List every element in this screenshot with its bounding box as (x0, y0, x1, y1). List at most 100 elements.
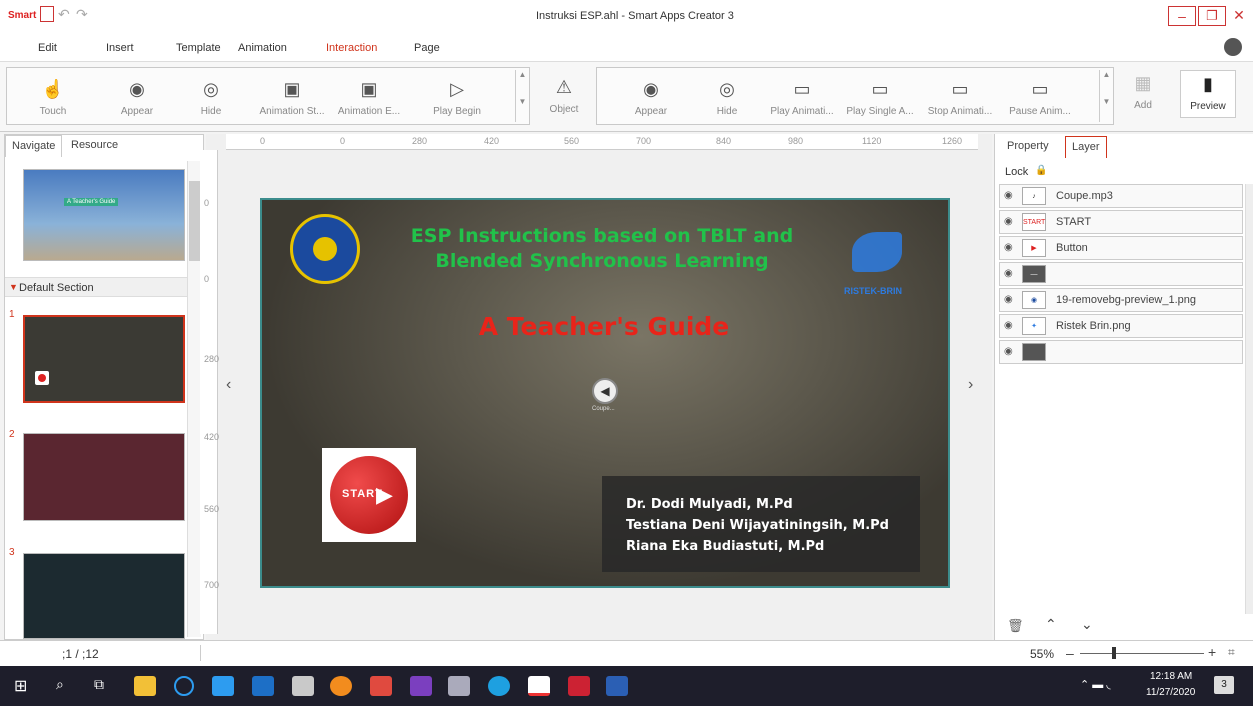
section-header[interactable]: ▼ Default Section (5, 277, 187, 297)
layer-row[interactable]: ◉ ◉ 19-removebg-preview_1.png (999, 288, 1243, 312)
slide-thumbnail-2[interactable] (23, 433, 185, 521)
zoom-slider-thumb[interactable] (1112, 647, 1116, 659)
settings-icon[interactable] (1224, 38, 1242, 56)
move-down-icon[interactable]: ⌄ (1081, 616, 1093, 633)
layer-row[interactable]: ◉ ▶ Button (999, 236, 1243, 260)
hide-button[interactable]: ◎ Hide (181, 76, 241, 124)
eye-icon[interactable]: ◉ (1004, 320, 1013, 331)
eye-icon[interactable]: ◉ (1004, 190, 1013, 201)
add-button[interactable]: ▦ Add (1120, 70, 1166, 118)
undo-icon[interactable]: ↶ (58, 6, 70, 23)
mail-icon[interactable] (252, 676, 274, 696)
search-icon[interactable]: ⌕ (56, 676, 64, 693)
clock-date[interactable]: 11/27/2020 (1146, 687, 1195, 698)
eye-icon[interactable]: ◉ (1004, 294, 1013, 305)
slide-canvas[interactable]: ESP Instructions based on TBLT and Blend… (260, 198, 950, 588)
app-icon[interactable] (212, 676, 234, 696)
cortana-icon[interactable] (174, 676, 194, 696)
smart-apps-creator-icon[interactable] (528, 676, 550, 696)
zoom-slider[interactable] (1080, 653, 1204, 654)
slide-title[interactable]: ESP Instructions based on TBLT and Blend… (372, 224, 832, 274)
stop-animation-button[interactable]: ▭ Stop Animati... (925, 76, 995, 124)
authors-box[interactable]: Dr. Dodi Mulyadi, M.Pd Testiana Deni Wij… (602, 476, 920, 572)
file-explorer-icon[interactable] (134, 676, 156, 696)
word-icon[interactable] (606, 676, 628, 696)
menu-animation[interactable]: Animation (238, 42, 287, 54)
title-line-2: Blended Synchronous Learning (435, 250, 769, 272)
eye-icon[interactable]: ◉ (1004, 242, 1013, 253)
start-menu-icon[interactable]: ⊞ (14, 676, 27, 696)
animation-start-button[interactable]: ▣ Animation St... (257, 76, 327, 124)
save-icon[interactable] (40, 6, 54, 22)
layer-row[interactable]: ◉ ✦ Ristek Brin.png (999, 314, 1243, 338)
fit-screen-icon[interactable]: ⌗ (1228, 645, 1235, 660)
scroll-toolbar-right[interactable]: ▲ ▼ (1099, 70, 1113, 122)
next-slide-arrow[interactable]: › (968, 376, 973, 394)
clock-time[interactable]: 12:18 AM (1150, 671, 1192, 682)
touch-button[interactable]: ☝ Touch (23, 76, 83, 124)
zoom-in-icon[interactable]: + (1208, 644, 1216, 660)
tray-icons[interactable]: ⌃ ▬ ◟ (1080, 678, 1111, 691)
move-up-icon[interactable]: ⌃ (1045, 616, 1057, 633)
edge-icon[interactable] (488, 676, 510, 696)
menu-insert[interactable]: Insert (106, 42, 134, 54)
tab-layer[interactable]: Layer (1065, 136, 1107, 158)
layer-row[interactable]: ◉ — (999, 262, 1243, 286)
animation-end-button[interactable]: ▣ Animation E... (337, 76, 401, 124)
menu-edit[interactable]: Edit (38, 42, 57, 54)
cover-thumbnail[interactable]: A Teacher's Guide (23, 169, 185, 261)
ristek-brin-logo[interactable]: RISTEK-BRIN (842, 218, 932, 298)
app-icon[interactable] (292, 676, 314, 696)
menu-page[interactable]: Page (414, 42, 440, 54)
pause-animation-button[interactable]: ▭ Pause Anim... (1005, 76, 1075, 124)
action-hide-button[interactable]: ◎ Hide (697, 76, 757, 124)
lock-label: Lock (1005, 166, 1029, 178)
play-animation-button[interactable]: ▭ Play Animati... (767, 76, 837, 124)
audio-label: Coupe... (592, 406, 615, 412)
layer-row[interactable]: ◉ START START (999, 210, 1243, 234)
zoom-out-icon[interactable]: – (1066, 645, 1074, 661)
eye-icon[interactable]: ◉ (1004, 268, 1013, 279)
lock-icon[interactable]: 🔒 (1035, 165, 1047, 176)
layer-row[interactable]: ◉ (999, 340, 1243, 364)
task-view-icon[interactable]: ⧉ (94, 676, 104, 693)
close-button[interactable]: ✕ (1228, 6, 1250, 26)
object-icon: ⚠ (555, 77, 573, 97)
app-icon[interactable] (370, 676, 392, 696)
object-dropdown[interactable]: ⚠ Object (534, 74, 594, 122)
thumbnail-scrollbar[interactable] (187, 161, 201, 637)
eye-icon[interactable]: ◉ (1004, 346, 1013, 357)
start-button[interactable]: START ▶ (322, 448, 416, 542)
previous-slide-arrow[interactable]: ‹ (226, 376, 231, 394)
university-seal-logo[interactable] (290, 214, 360, 284)
notification-badge[interactable]: 3 (1214, 676, 1234, 694)
menu-interaction[interactable]: Interaction (326, 42, 377, 54)
tab-navigate[interactable]: Navigate (5, 135, 63, 157)
slide-thumbnail-3[interactable] (23, 553, 185, 639)
slide-number-1: 1 (9, 309, 15, 320)
onenote-icon[interactable] (410, 676, 432, 696)
menu-template[interactable]: Template (176, 42, 221, 54)
minimize-button[interactable]: – (1168, 6, 1196, 26)
slide-thumbnail-1[interactable] (23, 315, 185, 403)
preview-button[interactable]: ▮ Preview (1180, 70, 1236, 118)
redo-icon[interactable]: ↷ (76, 6, 88, 23)
add-icon: ▦ (1134, 73, 1152, 93)
maximize-button[interactable]: ❐ (1198, 6, 1226, 26)
slide-subtitle[interactable]: A Teacher's Guide (474, 312, 734, 341)
layer-scrollbar[interactable] (1245, 184, 1253, 614)
audio-button-icon[interactable]: ◀ (592, 378, 618, 404)
scroll-toolbar-left[interactable]: ▲ ▼ (515, 70, 529, 122)
action-appear-button[interactable]: ◉ Appear (621, 76, 681, 124)
play-single-button[interactable]: ▭ Play Single A... (845, 76, 915, 124)
chrome-icon[interactable] (330, 676, 352, 696)
app-icon[interactable] (568, 676, 590, 696)
app-icon[interactable] (448, 676, 470, 696)
tab-resource[interactable]: Resource (65, 135, 124, 157)
play-begin-button[interactable]: ▷ Play Begin (427, 76, 487, 124)
eye-icon[interactable]: ◉ (1004, 216, 1013, 227)
appear-button[interactable]: ◉ Appear (107, 76, 167, 124)
layer-row[interactable]: ◉ ♪ Coupe.mp3 (999, 184, 1243, 208)
tab-property[interactable]: Property (1001, 136, 1055, 158)
trash-icon[interactable]: 🗑 (1007, 618, 1024, 634)
